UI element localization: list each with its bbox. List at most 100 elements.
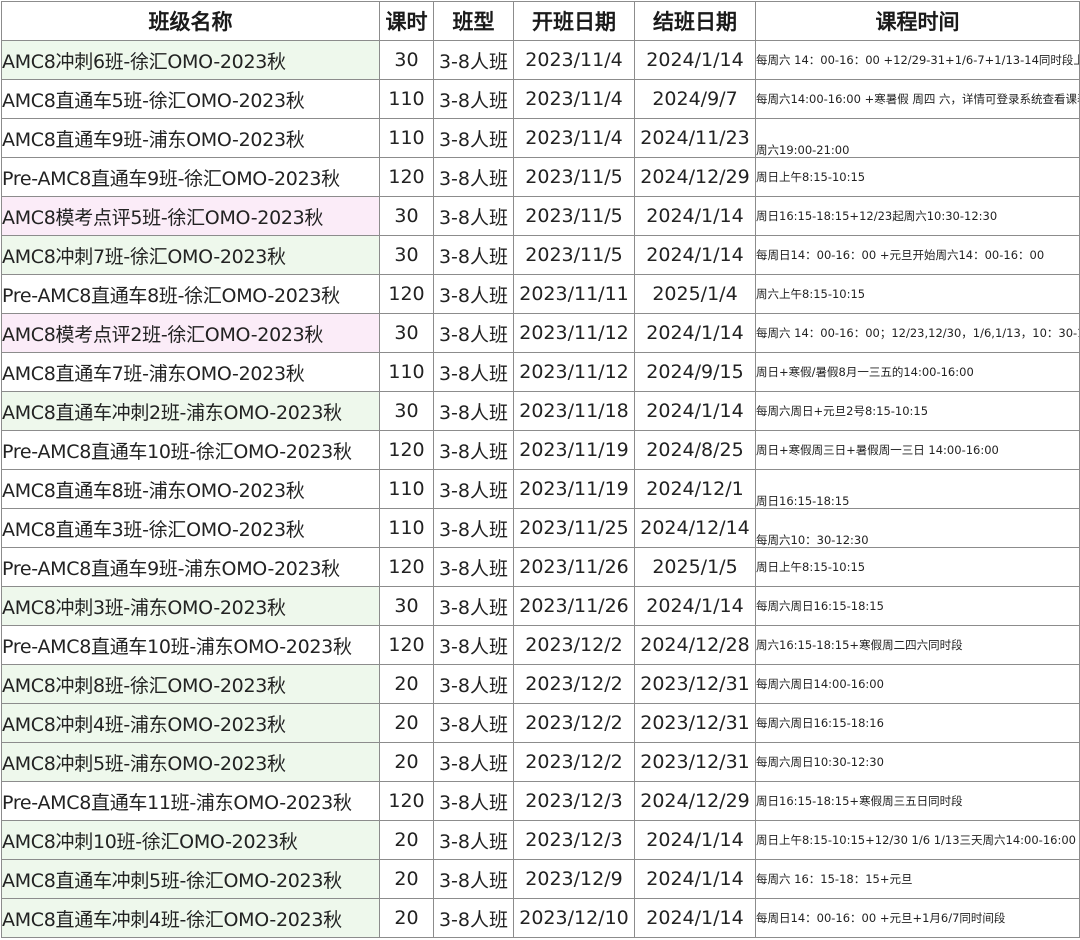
cell-end-date[interactable]: 2023/12/31 bbox=[634, 664, 756, 704]
cell-schedule[interactable]: 每周六10：30-12:30 bbox=[755, 508, 1080, 548]
cell-end-date[interactable]: 2024/8/25 bbox=[634, 430, 756, 470]
cell-end-date[interactable]: 2024/12/14 bbox=[634, 508, 756, 548]
cell-hours[interactable]: 30 bbox=[379, 586, 434, 626]
cell-start-date[interactable]: 2023/11/5 bbox=[513, 235, 635, 275]
cell-start-date[interactable]: 2023/12/2 bbox=[513, 625, 635, 665]
cell-class-name[interactable]: AMC8直通车5班-徐汇OMO-2023秋 bbox=[1, 79, 380, 119]
cell-hours[interactable]: 20 bbox=[379, 742, 434, 782]
cell-end-date[interactable]: 2023/12/31 bbox=[634, 742, 756, 782]
cell-start-date[interactable]: 2023/11/11 bbox=[513, 274, 635, 314]
cell-hours[interactable]: 110 bbox=[379, 352, 434, 392]
cell-end-date[interactable]: 2024/1/14 bbox=[634, 391, 756, 431]
cell-schedule[interactable]: 每周六 16：15-18：15+元旦 bbox=[755, 859, 1080, 899]
cell-class-type[interactable]: 3-8人班 bbox=[433, 898, 514, 938]
cell-start-date[interactable]: 2023/12/2 bbox=[513, 742, 635, 782]
cell-schedule[interactable]: 每周六14:00-16:00 +寒暑假 周四 六，详情可登录系统查看课表 bbox=[755, 79, 1080, 119]
cell-start-date[interactable]: 2023/12/2 bbox=[513, 703, 635, 743]
cell-schedule[interactable]: 周日16:15-18:15 bbox=[755, 469, 1080, 509]
cell-schedule[interactable]: 每周日14：00-16：00 +元旦开始周六14：00-16：00 bbox=[755, 235, 1080, 275]
cell-class-name[interactable]: AMC8模考点评5班-徐汇OMO-2023秋 bbox=[1, 196, 380, 236]
cell-class-name[interactable]: AMC8直通车3班-徐汇OMO-2023秋 bbox=[1, 508, 380, 548]
cell-hours[interactable]: 20 bbox=[379, 820, 434, 860]
cell-class-name[interactable]: AMC8模考点评2班-徐汇OMO-2023秋 bbox=[1, 313, 380, 353]
cell-class-name[interactable]: AMC8冲刺3班-浦东OMO-2023秋 bbox=[1, 586, 380, 626]
cell-class-name[interactable]: Pre-AMC8直通车10班-浦东OMO-2023秋 bbox=[1, 625, 380, 665]
cell-end-date[interactable]: 2025/1/5 bbox=[634, 547, 756, 587]
cell-start-date[interactable]: 2023/12/9 bbox=[513, 859, 635, 899]
cell-end-date[interactable]: 2023/12/31 bbox=[634, 703, 756, 743]
cell-class-type[interactable]: 3-8人班 bbox=[433, 625, 514, 665]
cell-class-type[interactable]: 3-8人班 bbox=[433, 469, 514, 509]
cell-hours[interactable]: 30 bbox=[379, 235, 434, 275]
cell-end-date[interactable]: 2024/12/29 bbox=[634, 157, 756, 197]
cell-start-date[interactable]: 2023/11/5 bbox=[513, 157, 635, 197]
cell-class-type[interactable]: 3-8人班 bbox=[433, 40, 514, 80]
cell-start-date[interactable]: 2023/11/4 bbox=[513, 79, 635, 119]
cell-hours[interactable]: 110 bbox=[379, 79, 434, 119]
cell-hours[interactable]: 120 bbox=[379, 274, 434, 314]
cell-start-date[interactable]: 2023/11/19 bbox=[513, 469, 635, 509]
cell-end-date[interactable]: 2024/1/14 bbox=[634, 820, 756, 860]
cell-class-name[interactable]: Pre-AMC8直通车9班-徐汇OMO-2023秋 bbox=[1, 157, 380, 197]
cell-class-type[interactable]: 3-8人班 bbox=[433, 235, 514, 275]
cell-hours[interactable]: 120 bbox=[379, 157, 434, 197]
cell-start-date[interactable]: 2023/11/4 bbox=[513, 118, 635, 158]
cell-schedule[interactable]: 周日上午8:15-10:15+12/30 1/6 1/13三天周六14:00-1… bbox=[755, 820, 1080, 860]
cell-class-type[interactable]: 3-8人班 bbox=[433, 703, 514, 743]
cell-end-date[interactable]: 2024/11/23 bbox=[634, 118, 756, 158]
cell-start-date[interactable]: 2023/11/25 bbox=[513, 508, 635, 548]
cell-hours[interactable]: 120 bbox=[379, 625, 434, 665]
cell-start-date[interactable]: 2023/11/26 bbox=[513, 586, 635, 626]
header-class-type[interactable]: 班型 bbox=[433, 1, 514, 41]
cell-end-date[interactable]: 2024/1/14 bbox=[634, 898, 756, 938]
cell-start-date[interactable]: 2023/11/26 bbox=[513, 547, 635, 587]
cell-hours[interactable]: 110 bbox=[379, 469, 434, 509]
cell-class-type[interactable]: 3-8人班 bbox=[433, 274, 514, 314]
cell-schedule[interactable]: 每周六周日+元旦2号8:15-10:15 bbox=[755, 391, 1080, 431]
cell-hours[interactable]: 30 bbox=[379, 313, 434, 353]
cell-hours[interactable]: 20 bbox=[379, 664, 434, 704]
cell-end-date[interactable]: 2024/1/14 bbox=[634, 235, 756, 275]
cell-class-name[interactable]: Pre-AMC8直通车8班-徐汇OMO-2023秋 bbox=[1, 274, 380, 314]
cell-class-name[interactable]: AMC8直通车冲刺2班-浦东OMO-2023秋 bbox=[1, 391, 380, 431]
cell-hours[interactable]: 120 bbox=[379, 547, 434, 587]
cell-end-date[interactable]: 2024/12/1 bbox=[634, 469, 756, 509]
cell-class-name[interactable]: AMC8冲刺7班-徐汇OMO-2023秋 bbox=[1, 235, 380, 275]
cell-start-date[interactable]: 2023/12/3 bbox=[513, 781, 635, 821]
cell-end-date[interactable]: 2024/1/14 bbox=[634, 859, 756, 899]
cell-hours[interactable]: 30 bbox=[379, 40, 434, 80]
cell-class-name[interactable]: AMC8直通车9班-浦东OMO-2023秋 bbox=[1, 118, 380, 158]
cell-class-type[interactable]: 3-8人班 bbox=[433, 508, 514, 548]
cell-class-type[interactable]: 3-8人班 bbox=[433, 391, 514, 431]
cell-start-date[interactable]: 2023/12/10 bbox=[513, 898, 635, 938]
cell-schedule[interactable]: 周日+寒假/暑假8月一三五的14:00-16:00 bbox=[755, 352, 1080, 392]
cell-end-date[interactable]: 2024/12/29 bbox=[634, 781, 756, 821]
cell-schedule[interactable]: 周日+寒假周三日+暑假周一三日 14:00-16:00 bbox=[755, 430, 1080, 470]
header-start-date[interactable]: 开班日期 bbox=[513, 1, 635, 41]
cell-class-name[interactable]: Pre-AMC8直通车11班-浦东OMO-2023秋 bbox=[1, 781, 380, 821]
header-end-date[interactable]: 结班日期 bbox=[634, 1, 756, 41]
cell-start-date[interactable]: 2023/12/2 bbox=[513, 664, 635, 704]
cell-start-date[interactable]: 2023/11/12 bbox=[513, 313, 635, 353]
cell-class-name[interactable]: Pre-AMC8直通车9班-浦东OMO-2023秋 bbox=[1, 547, 380, 587]
cell-schedule[interactable]: 每周六周日14:00-16:00 bbox=[755, 664, 1080, 704]
cell-end-date[interactable]: 2025/1/4 bbox=[634, 274, 756, 314]
cell-end-date[interactable]: 2024/1/14 bbox=[634, 40, 756, 80]
cell-schedule[interactable]: 周日上午8:15-10:15 bbox=[755, 547, 1080, 587]
cell-schedule[interactable]: 周日上午8:15-10:15 bbox=[755, 157, 1080, 197]
cell-class-type[interactable]: 3-8人班 bbox=[433, 313, 514, 353]
cell-class-name[interactable]: AMC8直通车冲刺5班-徐汇OMO-2023秋 bbox=[1, 859, 380, 899]
header-class-name[interactable]: 班级名称 bbox=[1, 1, 380, 41]
cell-schedule[interactable]: 周日16:15-18:15+12/23起周六10:30-12:30 bbox=[755, 196, 1080, 236]
cell-class-type[interactable]: 3-8人班 bbox=[433, 859, 514, 899]
cell-hours[interactable]: 20 bbox=[379, 703, 434, 743]
cell-schedule[interactable]: 每周六 14：00-16：00 +12/29-31+1/6-7+1/13-14同… bbox=[755, 40, 1080, 80]
cell-start-date[interactable]: 2023/11/18 bbox=[513, 391, 635, 431]
cell-hours[interactable]: 30 bbox=[379, 196, 434, 236]
cell-start-date[interactable]: 2023/11/12 bbox=[513, 352, 635, 392]
cell-class-name[interactable]: AMC8直通车冲刺4班-徐汇OMO-2023秋 bbox=[1, 898, 380, 938]
cell-class-name[interactable]: AMC8直通车7班-浦东OMO-2023秋 bbox=[1, 352, 380, 392]
cell-class-type[interactable]: 3-8人班 bbox=[433, 781, 514, 821]
cell-class-name[interactable]: AMC8冲刺8班-徐汇OMO-2023秋 bbox=[1, 664, 380, 704]
cell-schedule[interactable]: 周六19:00-21:00 bbox=[755, 118, 1080, 158]
